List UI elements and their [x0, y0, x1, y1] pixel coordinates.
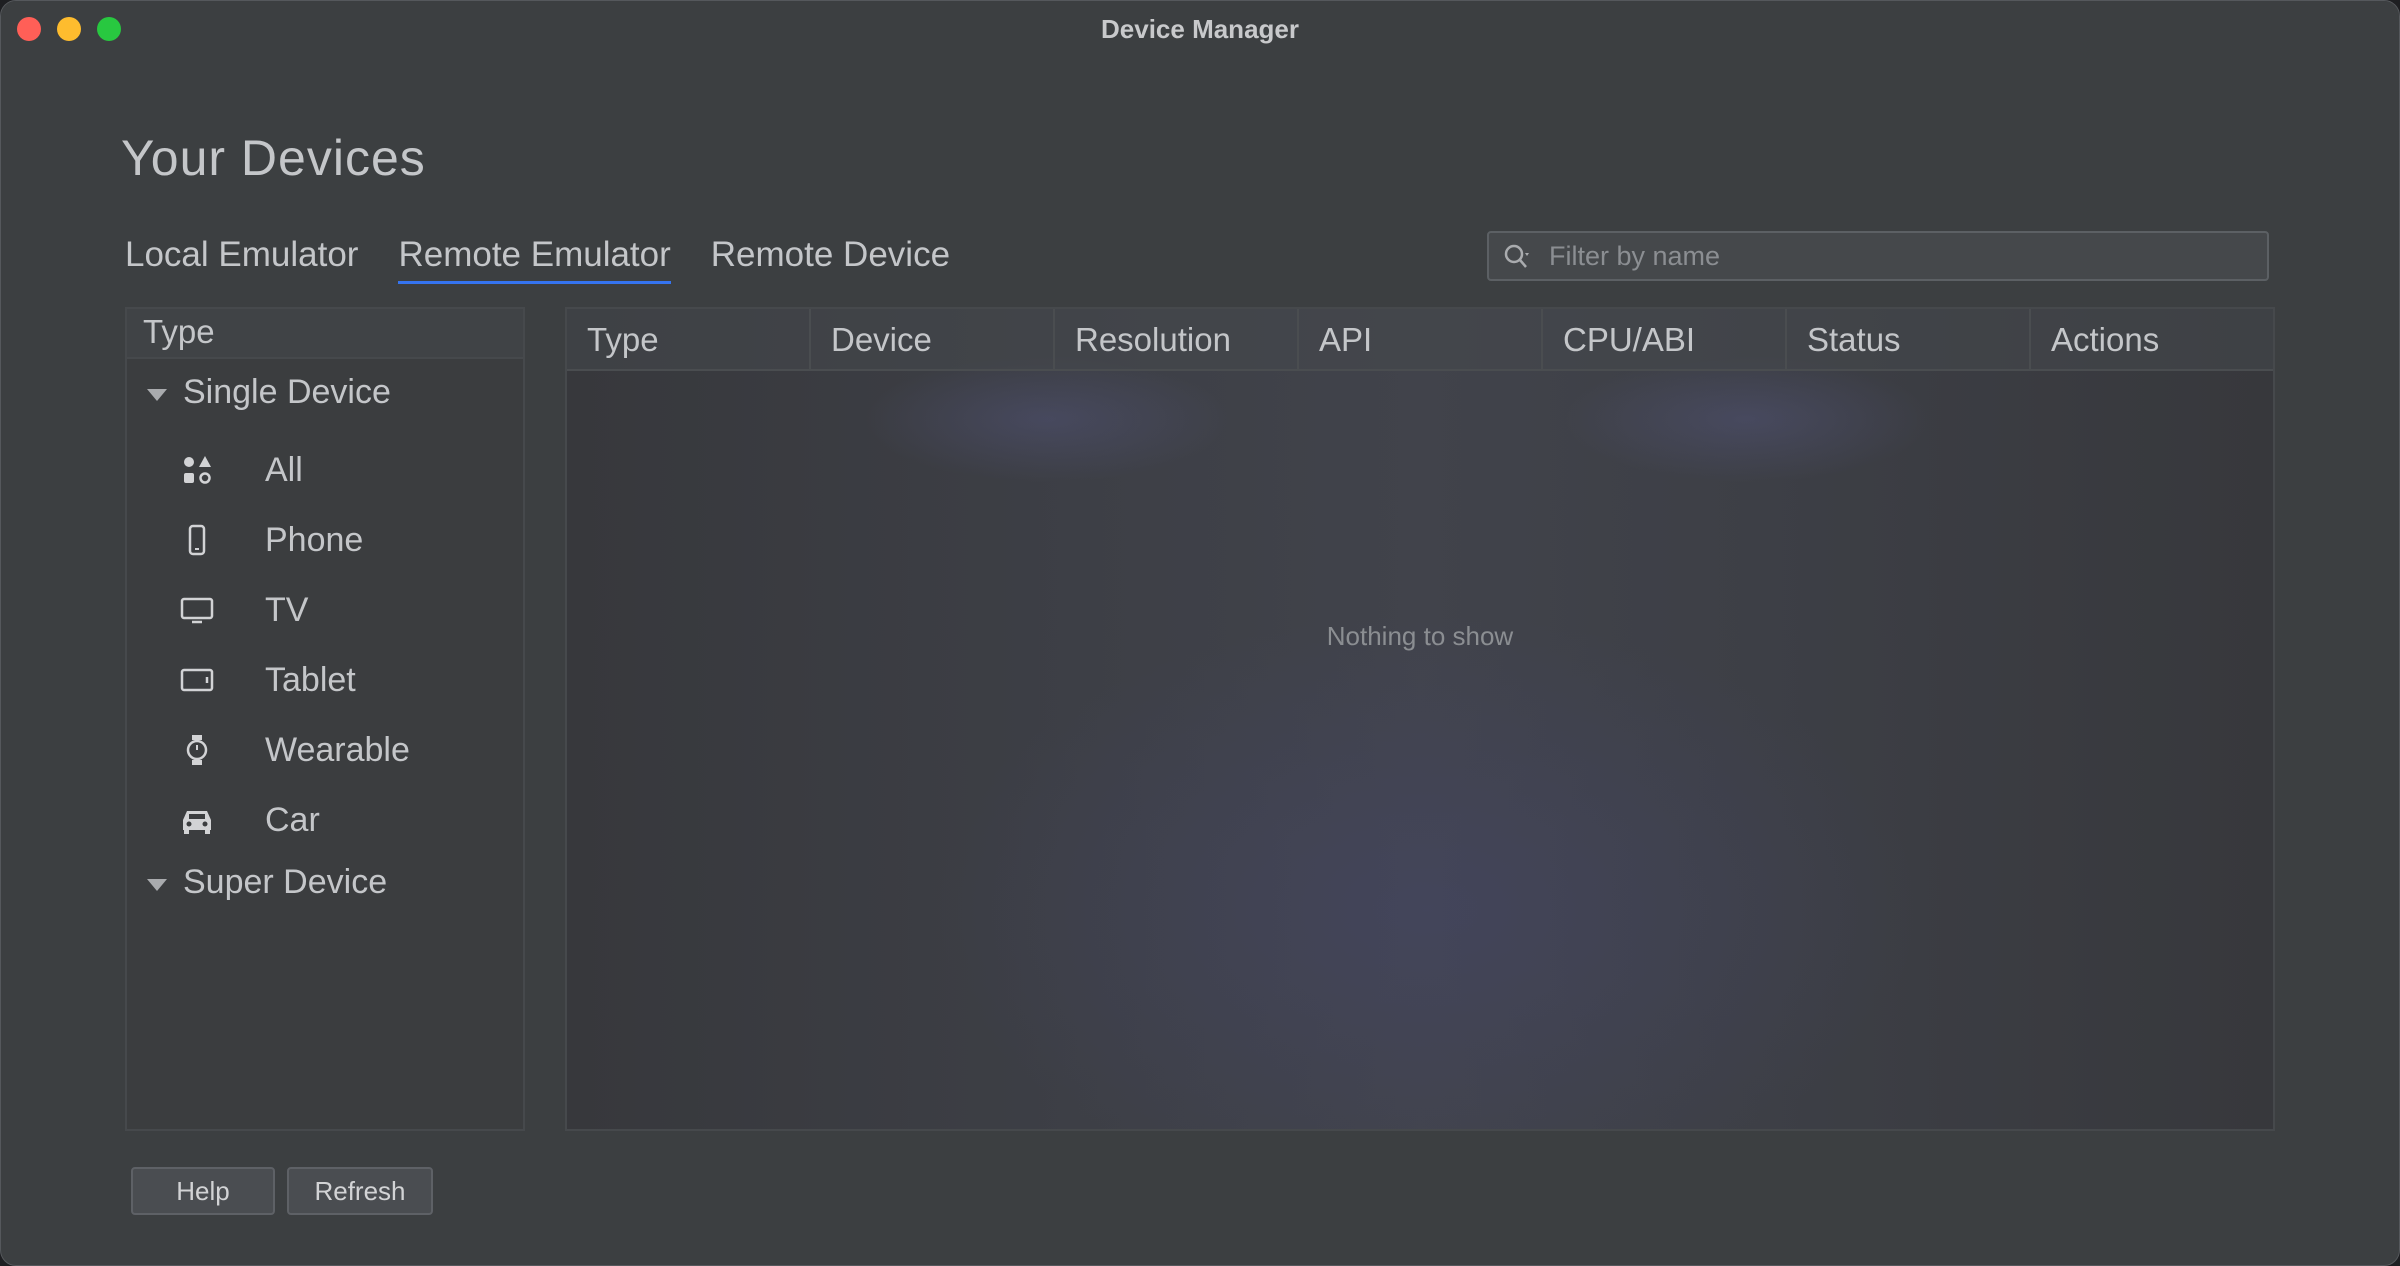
page-title: Your Devices [121, 130, 426, 186]
group-label: Single Device [183, 373, 391, 411]
type-item-label: TV [265, 590, 309, 629]
title-bar: Device Manager [1, 1, 2399, 55]
type-item-all[interactable]: All [177, 445, 497, 495]
type-item-car[interactable]: Car [177, 795, 497, 845]
empty-state-text: Nothing to show [1326, 621, 1514, 651]
watch-icon [177, 730, 217, 770]
type-item-label: Wearable [265, 730, 410, 769]
tab-remote-emulator[interactable]: Remote Emulator [398, 235, 671, 284]
help-button[interactable]: Help [131, 1167, 275, 1215]
type-item-wearable[interactable]: Wearable [177, 725, 497, 775]
type-item-tablet[interactable]: Tablet [177, 655, 497, 705]
type-item-label: Phone [265, 520, 364, 559]
column-header-cpu-abi[interactable]: CPU/ABI [1543, 309, 1787, 369]
refresh-button[interactable]: Refresh [287, 1167, 433, 1215]
type-item-phone[interactable]: Phone [177, 515, 497, 565]
tablet-icon [177, 660, 217, 700]
type-item-label: Tablet [265, 660, 356, 699]
type-item-label: All [265, 450, 303, 489]
devices-table: Type Device Resolution API CPU/ABI Statu… [565, 307, 2275, 1131]
device-tabs: Local Emulator Remote Emulator Remote De… [125, 235, 990, 284]
device-manager-window: Device Manager Your Devices Local Emulat… [0, 0, 2400, 1266]
phone-icon [177, 520, 217, 560]
tv-icon [177, 590, 217, 630]
type-item-tv[interactable]: TV [177, 585, 497, 635]
tab-remote-device[interactable]: Remote Device [711, 235, 950, 284]
column-header-api[interactable]: API [1299, 309, 1543, 369]
type-panel-header: Type [127, 309, 523, 359]
group-super-device[interactable]: Super Device [147, 863, 387, 902]
car-icon [177, 800, 217, 840]
type-item-label: Car [265, 800, 320, 839]
filter-input[interactable] [1549, 237, 2249, 275]
column-header-actions[interactable]: Actions [2031, 309, 2273, 369]
caret-down-icon[interactable] [147, 878, 167, 891]
caret-down-icon[interactable] [147, 388, 167, 401]
window-title: Device Manager [1101, 14, 1299, 44]
table-header: Type Device Resolution API CPU/ABI Statu… [567, 309, 2273, 371]
column-header-type[interactable]: Type [567, 309, 811, 369]
column-header-status[interactable]: Status [1787, 309, 2031, 369]
tab-local-emulator[interactable]: Local Emulator [125, 235, 358, 284]
filter-search-box[interactable] [1487, 231, 2269, 281]
group-single-device[interactable]: Single Device [147, 373, 391, 412]
search-icon[interactable] [1503, 243, 1533, 271]
column-header-device[interactable]: Device [811, 309, 1055, 369]
column-header-resolution[interactable]: Resolution [1055, 309, 1299, 369]
grid-shapes-icon [177, 450, 217, 490]
group-label: Super Device [183, 863, 388, 901]
type-filter-panel: Type Single Device All Phone TV Tablet W… [125, 307, 525, 1131]
